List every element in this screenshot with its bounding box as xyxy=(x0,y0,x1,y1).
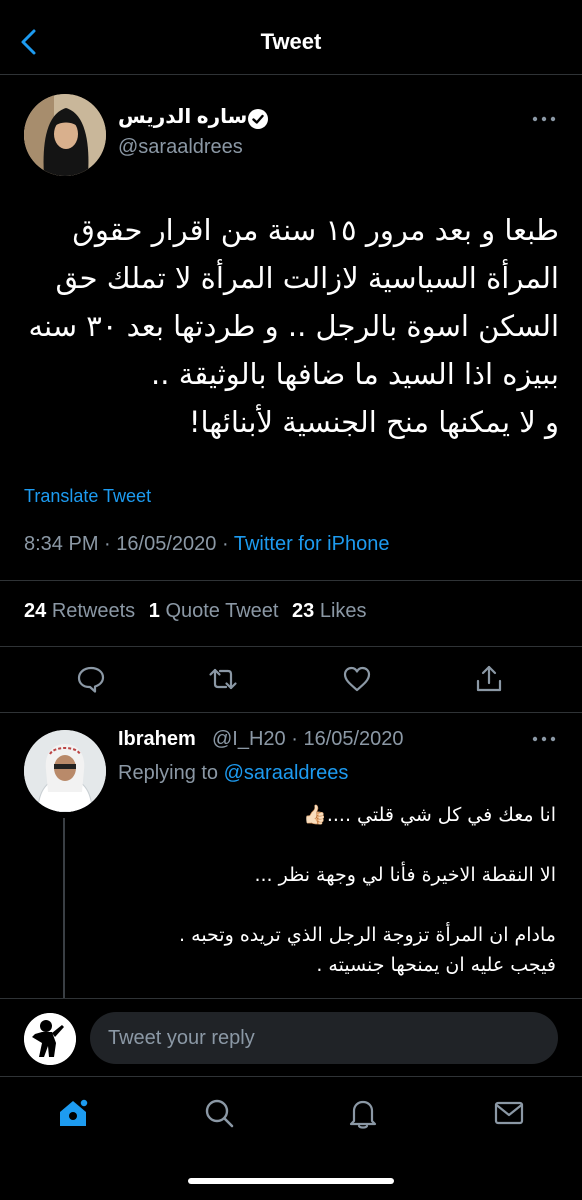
tweet-text-line: السكن اسوة بالرجل .. و طردتها بعد ٣٠ سنه xyxy=(28,309,559,343)
reply-text: انا معك في كل شي قلتي ....👍🏻 الا النقطة … xyxy=(118,800,556,980)
composer-avatar[interactable] xyxy=(24,1013,76,1065)
search-icon[interactable] xyxy=(202,1096,236,1130)
retweets-stat[interactable]: 24 Retweets xyxy=(24,600,135,622)
likes-count: 23 xyxy=(292,600,315,622)
more-horizontal-icon[interactable] xyxy=(528,108,560,130)
home-icon[interactable] xyxy=(56,1096,90,1130)
reply-author-avatar[interactable] xyxy=(24,730,106,812)
composer-divider xyxy=(0,998,582,999)
quote-tweets-stat[interactable]: 1 Quote Tweet xyxy=(149,600,279,622)
reply-text-line: انا معك في كل شي قلتي ....👍🏻 xyxy=(303,804,556,826)
actions-divider xyxy=(0,712,582,713)
author-handle[interactable]: @saraaldrees xyxy=(118,136,243,159)
quotes-count: 1 xyxy=(148,600,160,622)
retweets-count: 24 xyxy=(24,600,47,622)
author-avatar[interactable] xyxy=(24,94,106,176)
retweet-icon[interactable] xyxy=(206,662,240,696)
reply-text-line: مادام ان المرأة تزوجة الرجل الذي تريده و… xyxy=(179,924,556,946)
tweet-date: 16/05/2020 xyxy=(116,533,217,555)
header-divider xyxy=(0,74,582,75)
thread-line xyxy=(63,818,65,998)
tweet-meta: 8:34 PM · 16/05/2020 · Twitter for iPhon… xyxy=(24,533,389,556)
tweet-text-line: ببيزه اذا السيد ما ضافها بالوثيقة .. xyxy=(151,357,559,391)
author-name[interactable]: ساره الدريس xyxy=(118,104,247,129)
reply-icon[interactable] xyxy=(74,662,108,696)
reply-author-name[interactable]: Ibrahem xyxy=(118,728,196,751)
like-icon[interactable] xyxy=(340,662,374,696)
reply-more-icon[interactable] xyxy=(528,728,560,750)
reply-text-line: فيجب عليه ان يمنحها جنسيته . xyxy=(316,954,556,976)
quotes-label: Quote Tweet xyxy=(165,600,279,622)
retweets-label: Retweets xyxy=(51,600,136,622)
meta-separator: · xyxy=(221,533,229,555)
messages-icon[interactable] xyxy=(492,1096,526,1130)
verified-badge-icon xyxy=(248,109,268,129)
reply-text-spacer xyxy=(118,830,556,860)
tweet-text-line: طبعا و بعد مرور ١٥ سنة من اقرار حقوق xyxy=(72,213,559,247)
likes-stat[interactable]: 23 Likes xyxy=(292,600,367,622)
page-title: Tweet xyxy=(260,29,322,54)
reply-avatar-image xyxy=(24,730,106,812)
notifications-icon[interactable] xyxy=(346,1096,380,1130)
meta-separator: · xyxy=(104,533,111,555)
replying-prefix: Replying to xyxy=(118,762,219,784)
reply-handle-time: @I_H20 · 16/05/2020 xyxy=(212,728,404,750)
replying-handle-link[interactable]: @saraaldrees xyxy=(224,762,349,784)
reply-text-spacer xyxy=(118,890,556,920)
tweet-source-link[interactable]: Twitter for iPhone xyxy=(234,533,390,555)
translate-tweet-link[interactable]: Translate Tweet xyxy=(24,486,151,507)
composer-avatar-image xyxy=(24,1013,76,1065)
stats-divider-bottom xyxy=(0,646,582,647)
tabbar-divider xyxy=(0,1076,582,1077)
share-icon[interactable] xyxy=(472,662,506,696)
tweet-stats: 24 Retweets 1 Quote Tweet 23 Likes xyxy=(24,600,375,623)
reply-text-line: الا النقطة الاخيرة فأنا لي وجهة نظر ... xyxy=(254,864,556,886)
tweet-text-line: و لا يمكنها منح الجنسية لأبنائها! xyxy=(188,405,559,439)
home-indicator xyxy=(188,1178,394,1184)
tweet-text: طبعا و بعد مرور ١٥ سنة من اقرار حقوق الم… xyxy=(22,206,559,446)
author-avatar-image xyxy=(24,94,106,176)
tweet-time: 8:34 PM xyxy=(24,533,99,555)
stats-divider-top xyxy=(0,580,582,581)
replying-to: Replying to @saraaldrees xyxy=(118,762,348,785)
tweet-text-line: المرأة السياسية لازالت المرأة لا تملك حق xyxy=(55,261,559,295)
likes-label: Likes xyxy=(319,600,367,622)
reply-input[interactable] xyxy=(90,1012,558,1064)
